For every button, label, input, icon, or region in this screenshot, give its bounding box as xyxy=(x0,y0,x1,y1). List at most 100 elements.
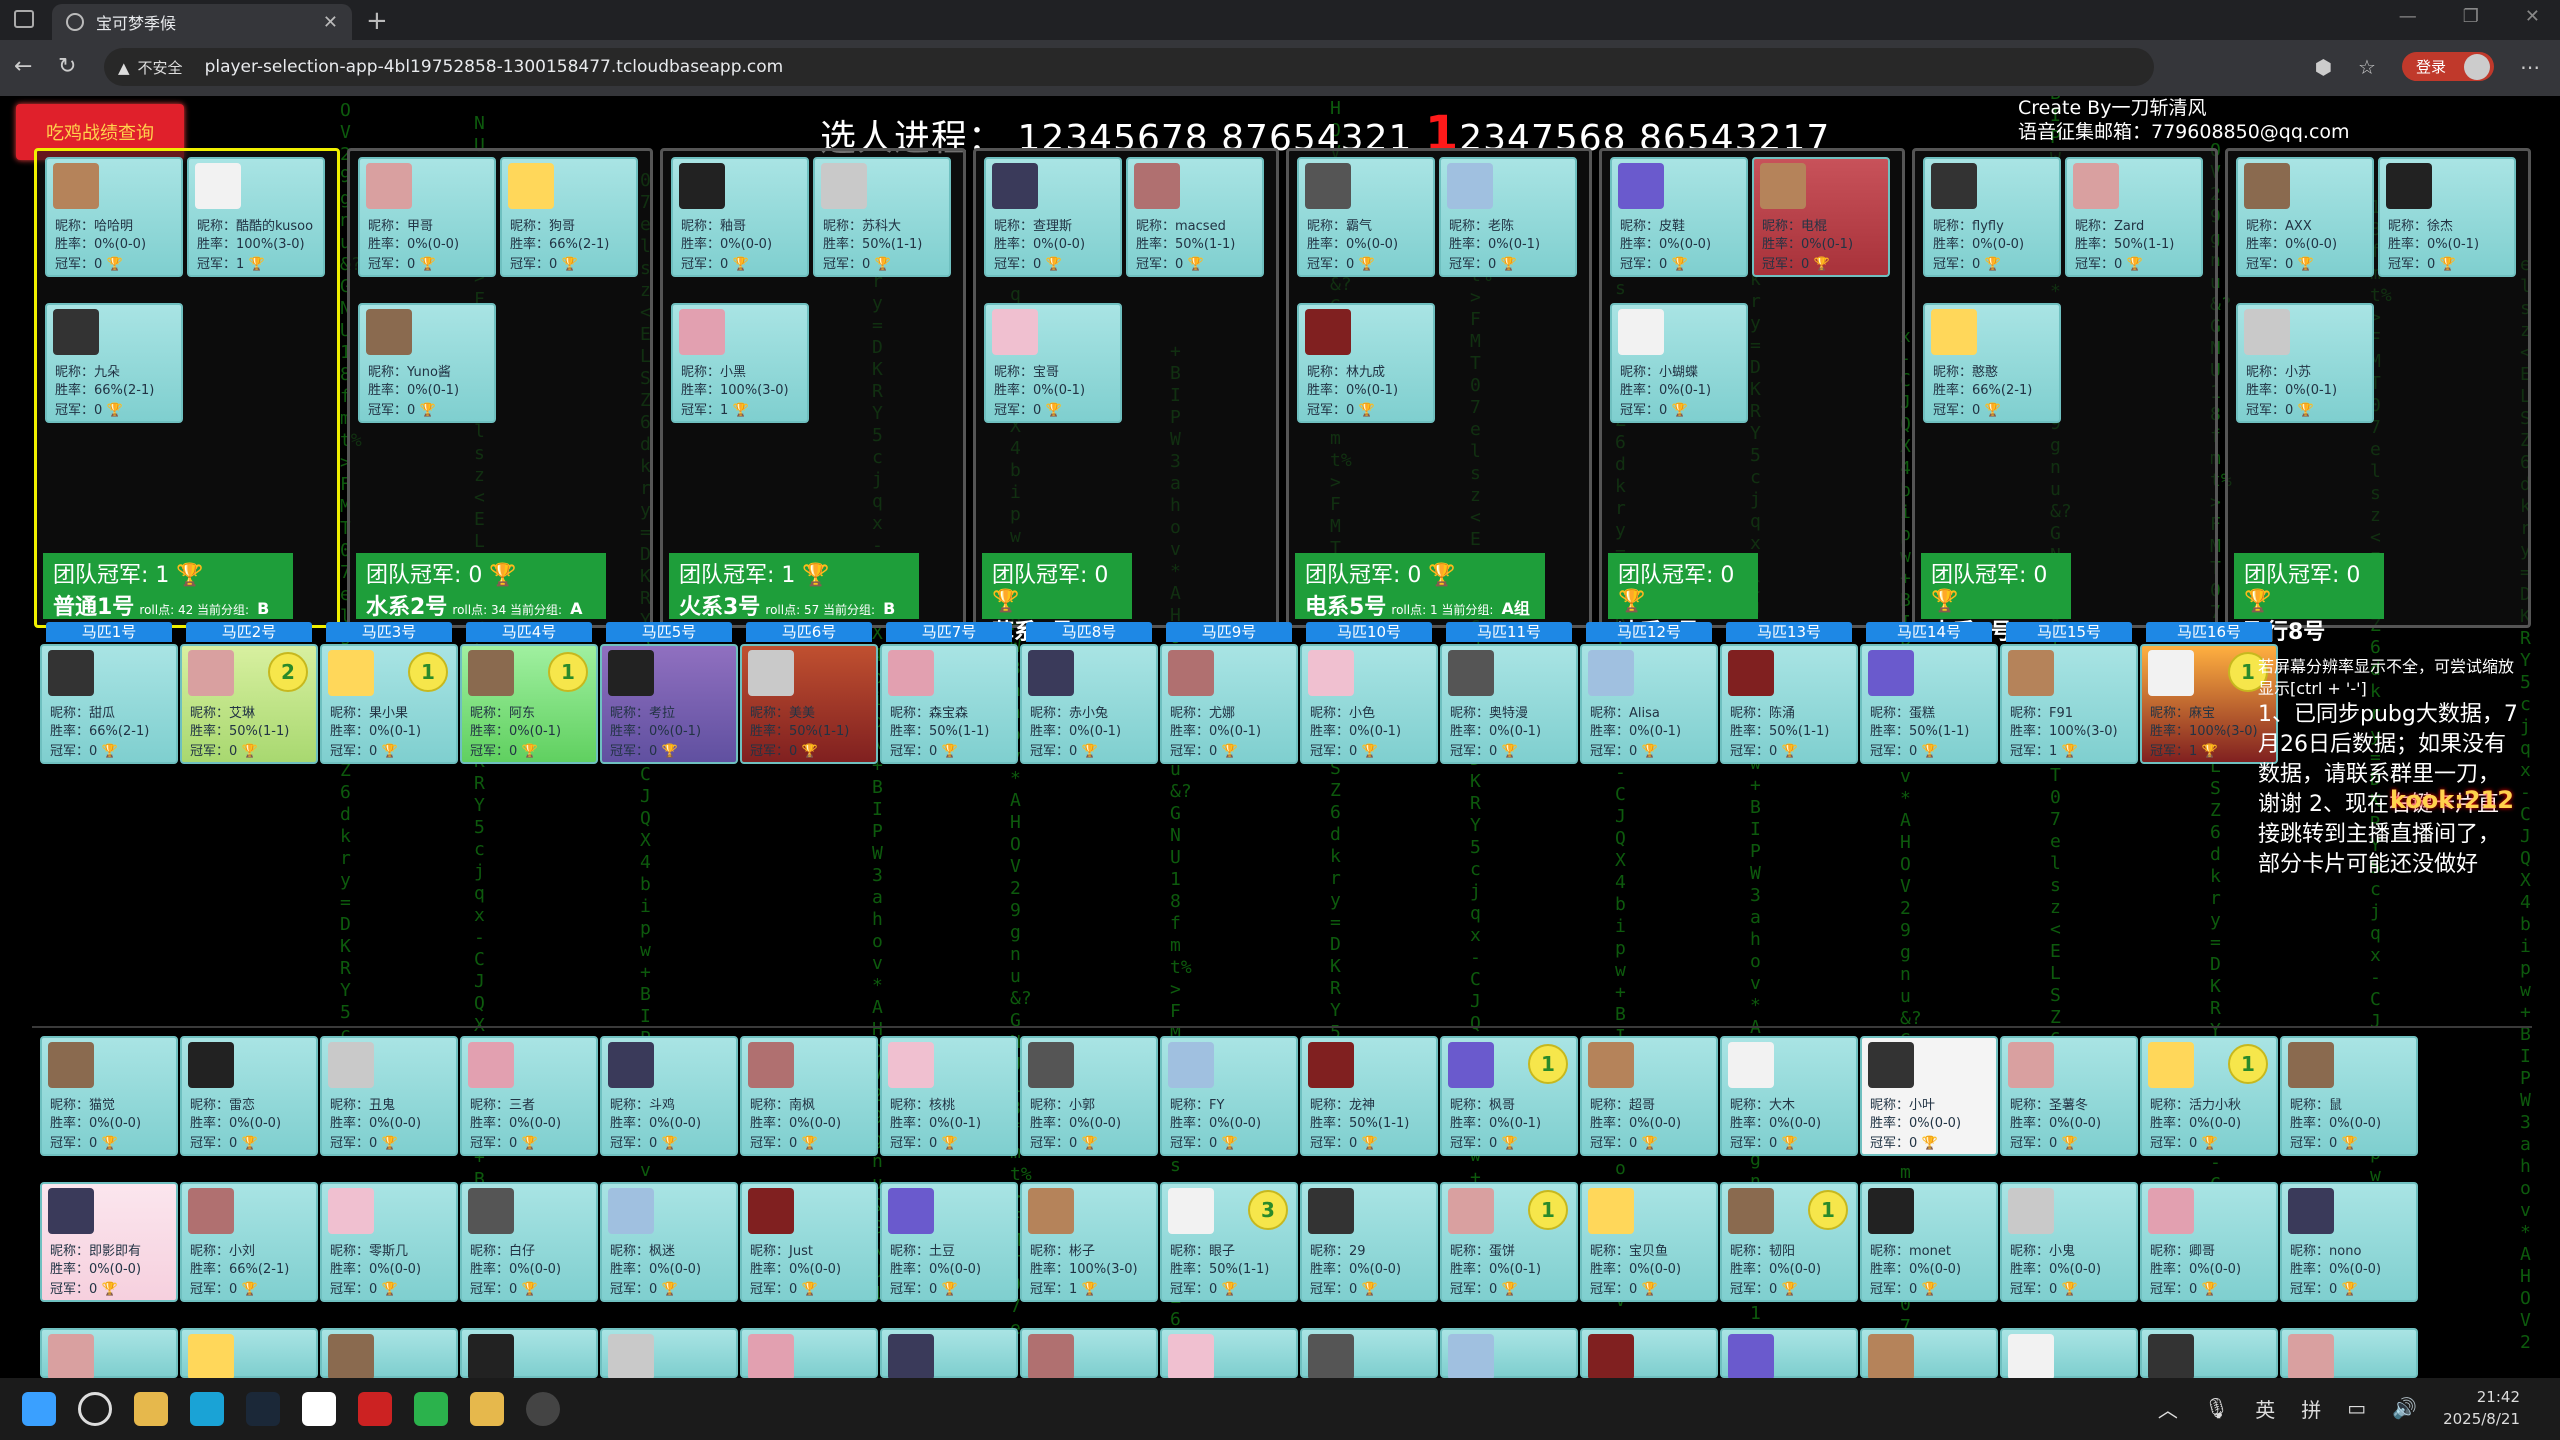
player-card[interactable]: 昵称：哈哈明 胜率：0%(0-0) 冠军：0 🏆 xyxy=(45,157,183,277)
team-panel[interactable]: 昵称：哈哈明 胜率：0%(0-0) 冠军：0 🏆 昵称：酷酷的kusoo 胜率：100%… xyxy=(34,148,340,644)
new-tab-icon[interactable]: + xyxy=(366,6,388,36)
player-card[interactable] xyxy=(1300,1328,1438,1378)
player-card[interactable]: 1 昵称：阿东 胜率：0%(0-1) 冠军：0 🏆 xyxy=(460,644,598,764)
app3-icon[interactable] xyxy=(526,1392,560,1426)
player-card[interactable]: 1 昵称：枫哥 胜率：0%(0-1) 冠军：0 🏆 xyxy=(1440,1036,1578,1156)
player-card[interactable]: 昵称：猫觉 胜率：0%(0-0) 冠军：0 🏆 xyxy=(40,1036,178,1156)
sound-icon[interactable]: 1 xyxy=(408,652,448,692)
player-card[interactable]: 昵称：macsed 胜率：50%(1-1) 冠军：0 🏆 xyxy=(1126,157,1264,277)
app-icon[interactable] xyxy=(134,1392,168,1426)
player-card[interactable] xyxy=(740,1328,878,1378)
url-field[interactable]: ▲ 不安全 player-selection-app-4bl19752858-13… xyxy=(104,48,2154,86)
player-card[interactable]: 昵称：九朵 胜率：66%(2-1) 冠军：0 🏆 xyxy=(45,303,183,423)
close-window-icon[interactable]: ✕ xyxy=(2525,6,2540,27)
team-panel[interactable]: 昵称：甲哥 胜率：0%(0-0) 冠军：0 🏆 昵称：狗哥 胜率：66%(2-1) 冠军：… xyxy=(347,148,653,644)
back-icon[interactable]: ← xyxy=(14,54,32,79)
player-card[interactable] xyxy=(1860,1328,1998,1378)
player-card[interactable]: 昵称：考拉 胜率：0%(0-1) 冠军：0 🏆 xyxy=(600,644,738,764)
player-card[interactable] xyxy=(600,1328,738,1378)
player-card[interactable]: 1 昵称：活力小秋 胜率：0%(0-0) 冠军：0 🏆 xyxy=(2140,1036,2278,1156)
edge-icon[interactable] xyxy=(190,1392,224,1426)
team-panel[interactable]: 昵称：AXX 胜率：0%(0-0) 冠军：0 🏆 昵称：徐杰 胜率：0%(0-1) 冠军：… xyxy=(2225,148,2531,645)
qq-icon[interactable] xyxy=(302,1392,336,1426)
team-panel[interactable]: 昵称：查理斯 胜率：0%(0-0) 冠军：0 🏆 昵称：macsed 胜率：50%(1-… xyxy=(973,148,1279,645)
favorites-icon[interactable]: ☆ xyxy=(2358,55,2376,79)
team-panel[interactable]: 昵称：釉哥 胜率：0%(0-0) 冠军：0 🏆 昵称：苏科大 胜率：50%(1-1) 冠军… xyxy=(660,148,966,644)
player-card[interactable]: 昵称：枫迷 胜率：0%(0-0) 冠军：0 🏆 xyxy=(600,1182,738,1302)
player-card[interactable]: 昵称：电棍 胜率：0%(0-1) 冠军：0 🏆 xyxy=(1752,157,1890,277)
sound-icon[interactable]: 2 xyxy=(268,652,308,692)
tab-main[interactable]: 宝可梦季候 ✕ xyxy=(52,4,352,40)
player-card[interactable]: 昵称：Alisa 胜率：0%(0-1) 冠军：0 🏆 xyxy=(1580,644,1718,764)
player-card[interactable] xyxy=(1580,1328,1718,1378)
login-button[interactable]: 登录 xyxy=(2401,52,2494,81)
player-card[interactable]: 昵称：老陈 胜率：0%(0-1) 冠军：0 🏆 xyxy=(1439,157,1577,277)
player-card[interactable]: 昵称：南枫 胜率：0%(0-0) 冠军：0 🏆 xyxy=(740,1036,878,1156)
player-card[interactable] xyxy=(2280,1328,2418,1378)
player-card[interactable] xyxy=(1720,1328,1858,1378)
player-card[interactable]: 昵称：酷酷的kusoo 胜率：100%(3-0) 冠军：1 🏆 xyxy=(187,157,325,277)
player-card[interactable]: 昵称：小刘 胜率：66%(2-1) 冠军：0 🏆 xyxy=(180,1182,318,1302)
player-card[interactable]: 昵称：flyfly 胜率：0%(0-0) 冠军：0 🏆 xyxy=(1923,157,2061,277)
player-card[interactable]: 昵称：AXX 胜率：0%(0-0) 冠军：0 🏆 xyxy=(2236,157,2374,277)
player-card[interactable]: 昵称：F91 胜率：100%(3-0) 冠军：1 🏆 xyxy=(2000,644,2138,764)
sound-icon[interactable]: 1 xyxy=(2228,1044,2268,1084)
steam-icon[interactable] xyxy=(246,1392,280,1426)
restore-icon[interactable]: ❐ xyxy=(2463,6,2479,27)
player-card[interactable]: 昵称：小鬼 胜率：0%(0-0) 冠军：0 🏆 xyxy=(2000,1182,2138,1302)
player-card[interactable]: 1 昵称：蛋饼 胜率：0%(0-1) 冠军：0 🏆 xyxy=(1440,1182,1578,1302)
player-card[interactable]: 昵称：土豆 胜率：0%(0-0) 冠军：0 🏆 xyxy=(880,1182,1018,1302)
player-card[interactable] xyxy=(880,1328,1018,1378)
close-icon[interactable]: ✕ xyxy=(323,12,338,33)
player-card[interactable]: 昵称：赤小兔 胜率：0%(0-1) 冠军：0 🏆 xyxy=(1020,644,1158,764)
player-card[interactable]: 昵称：Zard 胜率：50%(1-1) 冠军：0 🏆 xyxy=(2065,157,2203,277)
refresh-icon[interactable]: ↻ xyxy=(58,54,76,79)
sound-icon[interactable]: 1 xyxy=(548,652,588,692)
chevron-up-icon[interactable]: ︿ xyxy=(2158,1394,2178,1423)
player-card[interactable]: 昵称：小蝴蝶 胜率：0%(0-1) 冠军：0 🏆 xyxy=(1610,303,1748,423)
clock[interactable]: 21:42 2025/8/21 xyxy=(2443,1386,2520,1430)
player-card[interactable]: 昵称：查理斯 胜率：0%(0-0) 冠军：0 🏆 xyxy=(984,157,1122,277)
player-card[interactable]: 昵称：徐杰 胜率：0%(0-1) 冠军：0 🏆 xyxy=(2378,157,2516,277)
app2-icon[interactable] xyxy=(470,1392,504,1426)
wechat-icon[interactable] xyxy=(414,1392,448,1426)
player-card[interactable]: 昵称：釉哥 胜率：0%(0-0) 冠军：0 🏆 xyxy=(671,157,809,277)
player-card[interactable]: 昵称：FY 胜率：0%(0-0) 冠军：0 🏆 xyxy=(1160,1036,1298,1156)
team-panel[interactable]: 昵称：flyfly 胜率：0%(0-0) 冠军：0 🏆 昵称：Zard 胜率：50%(1… xyxy=(1912,148,2218,645)
player-card[interactable] xyxy=(320,1328,458,1378)
player-card[interactable]: 昵称：斗鸡 胜率：0%(0-0) 冠军：0 🏆 xyxy=(600,1036,738,1156)
minimize-icon[interactable]: — xyxy=(2399,6,2417,27)
player-card[interactable]: 昵称：狗哥 胜率：66%(2-1) 冠军：0 🏆 xyxy=(500,157,638,277)
player-card[interactable]: 昵称：丑鬼 胜率：0%(0-0) 冠军：0 🏆 xyxy=(320,1036,458,1156)
player-card[interactable]: 昵称：憨憨 胜率：66%(2-1) 冠军：0 🏆 xyxy=(1923,303,2061,423)
extensions-icon[interactable]: ⬢ xyxy=(2315,55,2332,79)
start-icon[interactable] xyxy=(22,1392,56,1426)
player-card[interactable] xyxy=(1020,1328,1158,1378)
player-card[interactable] xyxy=(180,1328,318,1378)
player-card[interactable]: 昵称：大木 胜率：0%(0-0) 冠军：0 🏆 xyxy=(1720,1036,1858,1156)
player-card[interactable]: 昵称：奥特漫 胜率：0%(0-1) 冠军：0 🏆 xyxy=(1440,644,1578,764)
player-card[interactable]: 昵称：monet 胜率：0%(0-0) 冠军：0 🏆 xyxy=(1860,1182,1998,1302)
insecure-warning[interactable]: ▲ 不安全 xyxy=(118,57,183,78)
ime-pinyin[interactable]: 拼 xyxy=(2301,1394,2321,1423)
player-card[interactable]: 昵称：美美 胜率：50%(1-1) 冠军：0 🏆 xyxy=(740,644,878,764)
player-card[interactable]: 3 昵称：眼子 胜率：50%(1-1) 冠军：0 🏆 xyxy=(1160,1182,1298,1302)
player-card[interactable]: 昵称：甜瓜 胜率：66%(2-1) 冠军：0 🏆 xyxy=(40,644,178,764)
player-card[interactable]: 昵称：即影即有 胜率：0%(0-0) 冠军：0 🏆 xyxy=(40,1182,178,1302)
player-card[interactable] xyxy=(460,1328,598,1378)
player-card[interactable] xyxy=(2000,1328,2138,1378)
volume-icon[interactable]: 🔊 xyxy=(2392,1396,2417,1420)
player-card[interactable]: 2 昵称：艾琳 胜率：50%(1-1) 冠军：0 🏆 xyxy=(180,644,318,764)
player-card[interactable]: 昵称：零斯几 胜率：0%(0-0) 冠军：0 🏆 xyxy=(320,1182,458,1302)
player-card[interactable]: 昵称：鼠 胜率：0%(0-0) 冠军：0 🏆 xyxy=(2280,1036,2418,1156)
player-card[interactable]: 昵称：雷恋 胜率：0%(0-0) 冠军：0 🏆 xyxy=(180,1036,318,1156)
team-panel[interactable]: 昵称：霸气 胜率：0%(0-0) 冠军：0 🏆 昵称：老陈 胜率：0%(0-1) 冠军：0… xyxy=(1286,148,1592,628)
mic-icon[interactable]: 🎙 xyxy=(2204,1396,2229,1420)
search-icon[interactable] xyxy=(78,1392,112,1426)
player-card[interactable]: 昵称：苏科大 胜率：50%(1-1) 冠军：0 🏆 xyxy=(813,157,951,277)
network-icon[interactable]: ▭ xyxy=(2347,1396,2366,1420)
player-card[interactable]: 昵称：圣薯冬 胜率：0%(0-0) 冠军：0 🏆 xyxy=(2000,1036,2138,1156)
player-card[interactable]: 昵称：白仔 胜率：0%(0-0) 冠军：0 🏆 xyxy=(460,1182,598,1302)
player-card[interactable]: 昵称：宝哥 胜率：0%(0-1) 冠军：0 🏆 xyxy=(984,303,1122,423)
player-card[interactable]: 昵称：皮鞋 胜率：0%(0-0) 冠军：0 🏆 xyxy=(1610,157,1748,277)
